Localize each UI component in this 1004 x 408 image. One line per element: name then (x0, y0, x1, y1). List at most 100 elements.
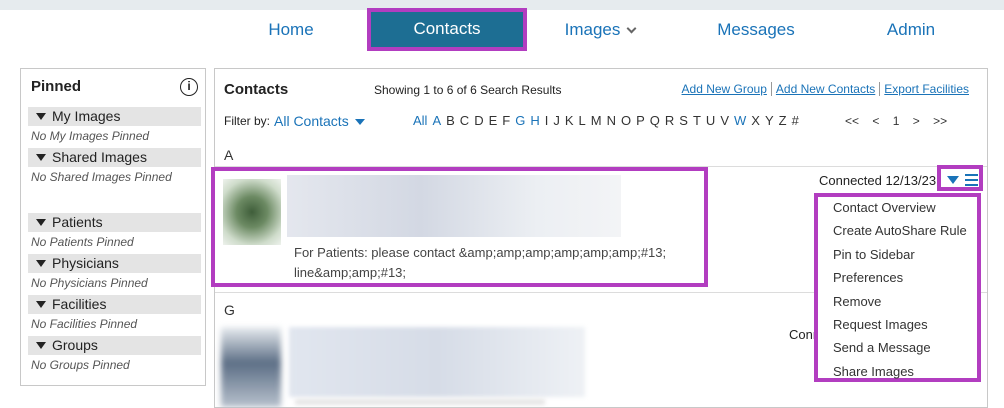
avatar (221, 327, 281, 407)
pager: << < 1 > >> (845, 114, 957, 128)
pinned-empty-text: No Physicians Pinned (31, 276, 148, 290)
pinned-empty-text: No My Images Pinned (31, 129, 150, 143)
pinned-section-label: Facilities (52, 296, 107, 312)
triangle-down-icon (36, 219, 46, 226)
pinned-section-label: Shared Images (52, 149, 147, 165)
caret-down-icon (354, 119, 365, 125)
info-icon[interactable]: i (180, 78, 198, 96)
pager-last[interactable]: >> (933, 114, 947, 128)
alpha-letter[interactable]: A (432, 113, 441, 128)
nav-contacts[interactable]: Contacts (367, 8, 527, 51)
pinned-section-label: My Images (52, 108, 121, 124)
triangle-down-icon (36, 342, 46, 349)
alpha-letter: # (791, 113, 799, 128)
filter-value: All Contacts (274, 113, 349, 129)
alpha-letter: M (590, 113, 602, 128)
pager-prev[interactable]: < (872, 114, 879, 128)
section-header-a: A (224, 147, 234, 163)
pinned-section-label: Groups (52, 337, 98, 353)
pinned-section-my-images[interactable]: My Images (28, 107, 201, 126)
filter-dropdown[interactable]: All Contacts (274, 113, 365, 129)
hamburger-menu-icon (965, 174, 978, 189)
nav-images-label: Images (564, 20, 621, 39)
nav-images[interactable]: Images (555, 10, 645, 52)
alpha-letter: U (705, 113, 716, 128)
chevron-down-icon (626, 23, 637, 34)
alpha-letter: K (564, 113, 574, 128)
alphabet-filter: All A B C D E F G H I J K L M N O P Q R S T U V W X Y Z # (413, 113, 804, 128)
alpha-letter: P (636, 113, 645, 128)
filter-label: Filter by: (224, 114, 271, 128)
pinned-section-label: Physicians (52, 255, 119, 271)
alpha-letter: E (488, 113, 498, 128)
alpha-letter: Q (649, 113, 660, 128)
pinned-section-physicians[interactable]: Physicians (28, 254, 201, 273)
pinned-empty-text: No Shared Images Pinned (31, 170, 172, 184)
pinned-section-groups[interactable]: Groups (28, 336, 201, 355)
export-facilities-link[interactable]: Export Facilities (879, 82, 973, 96)
nav-messages[interactable]: Messages (708, 10, 804, 52)
contact-name-blurred (287, 175, 621, 237)
alpha-letter: L (578, 113, 586, 128)
contacts-title: Contacts (224, 81, 289, 98)
triangle-down-icon (36, 113, 46, 120)
pinned-section-shared-images[interactable]: Shared Images (28, 148, 201, 167)
alpha-letter: C (459, 113, 470, 128)
triangle-down-icon (36, 301, 46, 308)
menu-item[interactable]: Pin to Sidebar (818, 244, 977, 267)
pinned-title: Pinned (31, 78, 82, 95)
alpha-letter: I (544, 113, 549, 128)
pinned-panel: Pinned i My Images No My Images Pinned S… (20, 68, 206, 386)
menu-item[interactable]: Remove (818, 291, 977, 314)
triangle-down-icon (36, 154, 46, 161)
results-count: Showing 1 to 6 of 6 Search Results (374, 83, 562, 97)
contact-row[interactable]: For Patients: please contact &amp;amp;am… (211, 167, 708, 287)
menu-item[interactable]: Send a Message (818, 337, 977, 360)
alpha-letter: S (679, 113, 688, 128)
avatar (223, 179, 281, 245)
connection-status: Connected 12/13/23 (819, 173, 937, 188)
pager-first[interactable]: << (845, 114, 859, 128)
alpha-letter: N (606, 113, 616, 128)
alpha-letter[interactable]: All (413, 113, 427, 128)
alpha-letter: Y (764, 113, 774, 128)
section-header-g: G (224, 302, 235, 318)
menu-item[interactable]: Preferences (818, 267, 977, 290)
alpha-letter: F (502, 113, 511, 128)
alpha-letter: D (474, 113, 484, 128)
alpha-letter: T (692, 113, 701, 128)
menu-item[interactable]: Create AutoShare Rule (818, 220, 977, 243)
alpha-letter: O (620, 113, 632, 128)
pinned-section-patients[interactable]: Patients (28, 213, 201, 232)
menu-item[interactable]: Share Images (818, 361, 977, 384)
pinned-section-facilities[interactable]: Facilities (28, 295, 201, 314)
alpha-letter: Z (778, 113, 787, 128)
pinned-empty-text: No Patients Pinned (31, 235, 134, 249)
contact-menu-button[interactable] (937, 165, 983, 191)
alpha-letter[interactable]: W (734, 113, 746, 128)
alpha-letter: B (446, 113, 455, 128)
pinned-section-label: Patients (52, 214, 103, 230)
contacts-actions: Add New Group Add New Contacts Export Faci… (678, 82, 973, 96)
alpha-letter[interactable]: H (530, 113, 539, 128)
contact-note-line: line&amp;amp;#13; (294, 265, 407, 280)
nav-admin[interactable]: Admin (880, 10, 942, 52)
triangle-down-icon (36, 260, 46, 267)
pager-next[interactable]: > (913, 114, 920, 128)
alpha-letter: V (720, 113, 729, 128)
pinned-empty-text: No Facilities Pinned (31, 317, 138, 331)
contact-note: For Patients: please contact &amp;amp;am… (294, 243, 694, 283)
add-new-contacts-link[interactable]: Add New Contacts (770, 82, 880, 96)
caret-down-icon (947, 176, 959, 184)
contact-actions-menu: Contact Overview Create AutoShare Rule Pin… (814, 193, 981, 382)
main-nav: Home Contacts Images Messages Admin (0, 8, 1004, 52)
pinned-empty-text: No Groups Pinned (31, 358, 130, 372)
alpha-letter: X (751, 113, 760, 128)
pager-page: 1 (892, 114, 900, 128)
menu-item[interactable]: Contact Overview (818, 197, 977, 220)
alpha-letter[interactable]: G (515, 113, 525, 128)
alpha-letter: J (553, 113, 560, 128)
menu-item[interactable]: Request Images (818, 314, 977, 337)
nav-home[interactable]: Home (256, 10, 326, 52)
add-new-group-link[interactable]: Add New Group (678, 82, 771, 96)
